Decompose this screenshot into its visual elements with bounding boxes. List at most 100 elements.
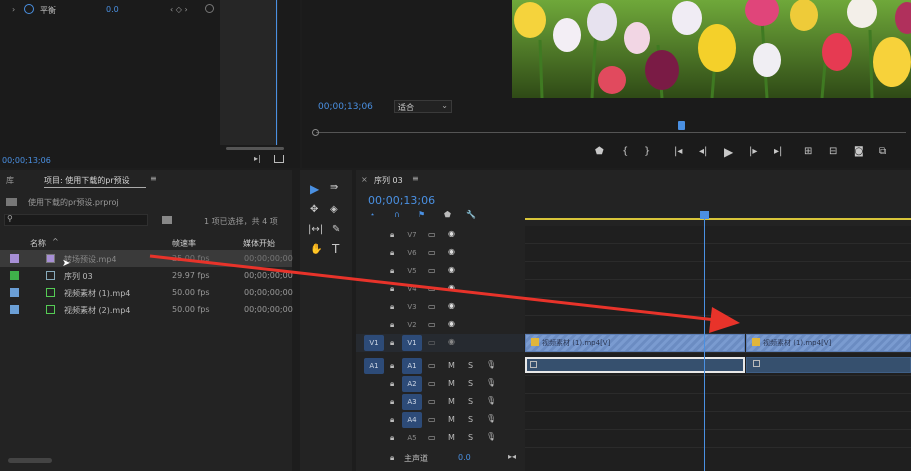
mute-icon[interactable]: M [448,397,455,406]
scrub-handle-icon[interactable] [312,129,319,136]
microphone-icon[interactable]: 🎙︎ [486,414,496,423]
solo-icon[interactable]: S [468,415,473,424]
lock-icon[interactable]: 🔒︎ [390,415,394,425]
sync-lock-icon[interactable]: ▭ [428,302,436,311]
microphone-icon[interactable]: 🎙︎ [486,396,496,405]
lock-icon[interactable]: 🔒︎ [390,361,394,371]
fit-dropdown[interactable]: 适合 ⌄ [394,100,452,113]
track-label[interactable]: V1 [402,335,422,351]
go-to-in-icon[interactable]: |◂ [674,146,682,157]
audio-clip[interactable] [525,357,745,373]
play-icon[interactable]: ▶ [724,145,733,159]
microphone-icon[interactable]: 🎙︎ [486,432,496,441]
master-value[interactable]: 0.0 [458,453,471,462]
column-media-start[interactable]: 媒体开始 [243,238,275,249]
solo-icon[interactable]: S [468,361,473,370]
track-label[interactable]: A5 [402,430,422,446]
panel-menu-icon[interactable]: ≡ [150,174,157,183]
expand-chevron-icon[interactable]: › [12,5,15,14]
project-tab-title[interactable]: 项目: 使用下载的pr预设 [44,175,130,186]
track-label[interactable]: V4 [402,281,422,297]
video-clip[interactable]: 视频素材 (1).mp4[V] [525,334,745,352]
lock-icon[interactable]: 🔒︎ [390,433,394,443]
eye-icon[interactable]: ◉ [448,229,455,238]
eye-icon[interactable]: ◉ [448,247,455,256]
close-icon[interactable]: × [361,175,368,184]
eye-icon[interactable]: ◉ [448,337,455,346]
audio-clip[interactable] [746,357,911,373]
scrub-bar[interactable] [316,132,906,133]
new-bin-icon[interactable] [162,216,172,224]
microphone-icon[interactable]: 🎙︎ [486,360,496,369]
track-label[interactable]: V3 [402,299,422,315]
go-to-end-icon[interactable]: ▸◂ [508,452,516,461]
razor-tool-icon[interactable]: ◈ [330,204,338,215]
step-back-icon[interactable]: ◂| [699,146,707,157]
nest-icon[interactable]: ⋆ [370,210,375,219]
microphone-icon[interactable]: 🎙︎ [486,378,496,387]
list-item[interactable]: 转场预设.mp4 25.00 fps 00;00;00;00 [0,250,293,267]
track-select-tool-icon[interactable]: ⇛ [330,182,338,193]
lock-icon[interactable]: 🔒︎ [390,302,394,312]
slip-tool-icon[interactable]: |↔| [308,224,323,235]
horizontal-scrollbar[interactable] [8,458,52,463]
keyframe-nav-icon[interactable]: ‹ ◇ › [170,5,188,14]
lock-icon[interactable]: 🔒︎ [390,230,394,240]
timeline-ruler[interactable] [525,208,911,222]
mute-icon[interactable]: M [448,415,455,424]
sync-lock-icon[interactable]: ▭ [428,433,436,442]
reset-icon[interactable] [205,4,214,13]
sync-lock-icon[interactable]: ▭ [428,248,436,257]
ripple-edit-tool-icon[interactable]: ✥ [310,204,318,215]
balance-value[interactable]: 0.0 [106,5,119,14]
track-label[interactable]: A1 [402,358,422,374]
lock-icon[interactable]: 🔒︎ [390,248,394,258]
source-patch-v1[interactable]: V1 [364,335,384,351]
track-label[interactable]: V5 [402,263,422,279]
track-label[interactable]: V2 [402,317,422,333]
column-name[interactable]: 名称 [30,238,46,249]
track-label[interactable]: V7 [402,227,422,243]
export-icon[interactable] [274,155,284,163]
lock-icon[interactable]: 🔒︎ [390,397,394,407]
go-to-out-icon[interactable]: ▸| [774,146,782,157]
zoom-scrollbar[interactable] [226,147,284,150]
eye-icon[interactable]: ◉ [448,265,455,274]
sync-lock-icon[interactable]: ▭ [428,338,436,347]
panel-menu-icon[interactable]: ≡ [412,174,419,183]
snap-icon[interactable]: ∩ [394,210,400,219]
linked-selection-icon[interactable]: ⚑ [418,210,425,219]
solo-icon[interactable]: S [468,397,473,406]
mute-icon[interactable]: M [448,433,455,442]
lock-icon[interactable]: 🔒︎ [390,338,394,348]
add-marker-icon[interactable]: ⬟ [444,210,451,219]
work-area-bar[interactable] [525,218,911,220]
program-timecode[interactable]: 00;00;13;06 [318,102,373,112]
track-label[interactable]: A4 [402,412,422,428]
column-frame-rate[interactable]: 帧速率 [172,238,196,249]
step-forward-icon[interactable]: |▸ [749,146,757,157]
source-patch-a1[interactable]: A1 [364,358,384,374]
camera-icon[interactable]: ◙ [854,146,864,157]
stopwatch-icon[interactable] [24,4,34,14]
library-tab[interactable]: 库 [6,175,14,186]
extract-icon[interactable]: ⊟ [829,146,837,157]
search-input[interactable]: ⚲ [4,214,148,226]
lock-icon[interactable]: 🔒︎ [390,453,394,463]
timeline-timecode[interactable]: 00;00;13;06 [368,194,435,207]
pen-tool-icon[interactable]: ✎ [332,224,340,235]
video-clip[interactable]: 视频素材 (1).mp4[V] [746,334,911,352]
sequence-tab[interactable]: 序列 03 [374,175,403,186]
program-playhead-icon[interactable] [678,121,685,130]
selection-tool-icon[interactable]: ▶ [310,182,319,196]
lock-icon[interactable]: 🔒︎ [390,284,394,294]
list-item[interactable]: 视频素材 (2).mp4 50.00 fps 00;00;00;00 [0,301,293,318]
sync-lock-icon[interactable]: ▭ [428,266,436,275]
sync-lock-icon[interactable]: ▭ [428,284,436,293]
sync-lock-icon[interactable]: ▭ [428,415,436,424]
lock-icon[interactable]: 🔒︎ [390,266,394,276]
hand-tool-icon[interactable]: ✋ [310,244,322,255]
compare-icon[interactable]: ⧉ [879,146,886,157]
type-tool-icon[interactable]: T [332,242,339,256]
wrench-icon[interactable]: 🔧 [466,210,476,219]
